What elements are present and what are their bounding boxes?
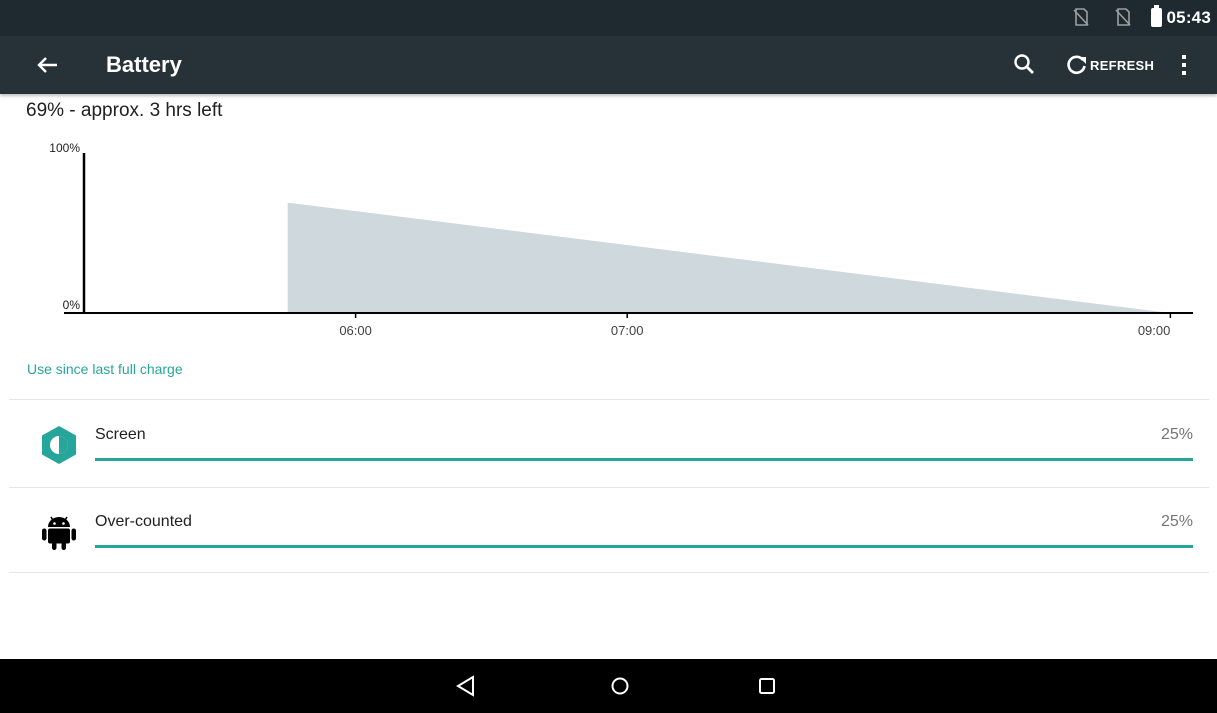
back-arrow-icon[interactable] (34, 51, 62, 79)
status-time: 05:43 (1166, 8, 1211, 27)
usage-item-screen[interactable]: Screen 25% (9, 401, 1209, 487)
back-triangle-icon[interactable] (451, 671, 481, 701)
usage-bar (95, 458, 1193, 461)
battery-level-area (287, 202, 1171, 313)
battery-history-chart: 100% 0% 06:00 07:00 09:00 (49, 141, 1193, 338)
status-bar: 05:43 (0, 0, 1217, 36)
more-vert-icon[interactable] (1174, 50, 1194, 80)
since-last-full-charge-link[interactable]: Use since last full charge (27, 361, 183, 377)
navigation-bar (0, 659, 1217, 713)
battery-icon (1151, 5, 1162, 27)
usage-bar (95, 545, 1193, 548)
recents-square-icon[interactable] (752, 671, 782, 701)
usage-bar-fill (95, 458, 1193, 461)
x-tick-label: 06:00 (339, 323, 372, 338)
search-icon[interactable] (1010, 50, 1040, 80)
y-tick-label: 0% (63, 298, 81, 312)
home-circle-icon[interactable] (605, 671, 635, 701)
app-bar: Battery REFRESH (0, 36, 1217, 94)
page-title: Battery (106, 52, 182, 77)
no-sim-icon (1073, 8, 1089, 26)
brightness-icon (42, 426, 76, 464)
android-icon (42, 516, 76, 550)
battery-summary: 69% - approx. 3 hrs left (26, 100, 223, 121)
refresh-button[interactable]: REFRESH (1066, 51, 1154, 79)
refresh-icon (1067, 55, 1086, 75)
usage-item-over-counted[interactable]: Over-counted 25% (9, 488, 1209, 574)
x-tick-label: 09:00 (1138, 323, 1171, 338)
y-tick-label: 100% (49, 141, 80, 155)
divider (9, 572, 1209, 573)
refresh-label: REFRESH (1090, 57, 1155, 73)
usage-item-percent: 25% (1160, 513, 1193, 530)
usage-item-percent: 25% (1160, 426, 1193, 443)
usage-item-label: Over-counted (95, 513, 192, 530)
no-sim-icon (1115, 8, 1131, 26)
usage-bar-fill (95, 545, 1193, 548)
usage-item-label: Screen (95, 426, 146, 443)
x-tick-label: 07:00 (611, 323, 644, 338)
divider (9, 399, 1209, 400)
